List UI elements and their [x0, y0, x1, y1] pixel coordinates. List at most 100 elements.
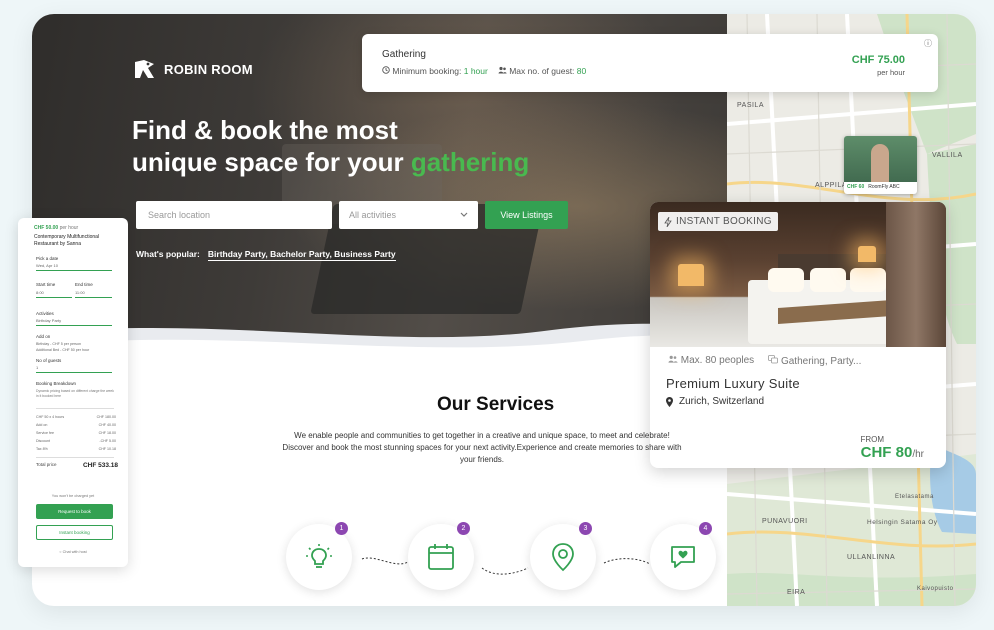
activities-field[interactable]: Birthday Party: [36, 318, 112, 326]
guests-icon: [498, 66, 507, 74]
photo-lamp: [678, 264, 704, 286]
step-number: 2: [457, 522, 470, 535]
app-canvas: ROBIN ROOM Find & book the most unique s…: [32, 14, 976, 606]
photo-curtain: [886, 202, 946, 347]
search-location-input[interactable]: Search location: [136, 201, 332, 229]
listing-capacity-text: Max. 80 peoples: [680, 355, 755, 366]
addon-option-1[interactable]: Birthday - CHF 5 per person: [36, 342, 81, 346]
photo-pillow: [850, 268, 886, 292]
listing-card[interactable]: INSTANT BOOKING Max. 80 peoples Gatherin…: [650, 202, 946, 468]
guests-field[interactable]: 1: [36, 365, 112, 373]
breakdown-row-label: Service fee: [36, 431, 54, 435]
location-pin-icon: [666, 396, 673, 407]
addon-option-2[interactable]: Additional Bed - CHF 50 per hour: [36, 348, 89, 352]
map-listing-preview[interactable]: CHF 60 RoomFly ABC: [844, 136, 917, 194]
panel-price: CHF 50.00 per hour: [34, 225, 78, 231]
chat-with-host-label: Chat with host: [62, 550, 87, 554]
service-step-idea[interactable]: 1: [286, 522, 352, 590]
listing-location: Zurich, Switzerland: [666, 396, 764, 407]
view-listings-button[interactable]: View Listings: [485, 201, 568, 229]
clock-icon: [382, 66, 390, 74]
listing-price: CHF 80/hr: [861, 444, 924, 461]
start-time-label: Start time: [36, 282, 56, 287]
service-step-calendar[interactable]: 2: [408, 522, 474, 590]
info-icon[interactable]: ⓘ: [924, 38, 932, 49]
min-booking-value: 1 hour: [463, 66, 488, 76]
request-to-book-button[interactable]: Request to book: [36, 504, 113, 519]
gathering-title: Gathering: [382, 49, 426, 60]
gathering-price: CHF 75.00 per hour: [852, 54, 905, 77]
chat-icon: ○: [59, 550, 62, 554]
min-booking: Minimum booking: 1 hour: [382, 66, 488, 76]
brand-logo[interactable]: ROBIN ROOM: [132, 58, 253, 80]
chat-with-host-link[interactable]: ○ Chat with host: [18, 550, 128, 554]
brand-name: ROBIN ROOM: [164, 61, 253, 77]
panel-price-value: CHF 50.00: [34, 225, 59, 231]
listing-title[interactable]: Premium Luxury Suite: [666, 376, 800, 391]
map-label-alppila: ALPPILA: [815, 182, 847, 189]
breakdown-row: CHF 50 x 4 hours CHF 180.00: [36, 415, 116, 419]
max-guest-value: 80: [576, 66, 587, 76]
listing-category-text: Gathering, Party...: [780, 356, 862, 367]
map-label-pasila: PASILA: [737, 102, 764, 109]
step-number: 3: [579, 522, 592, 535]
listing-photo: INSTANT BOOKING: [650, 202, 946, 347]
date-field[interactable]: Wed, Apr 10: [36, 263, 112, 271]
map-thumb-person: [871, 144, 889, 182]
total-row: Total price CHF 533.18: [36, 462, 118, 469]
robin-logo-icon: [135, 60, 154, 78]
step-number: 1: [335, 522, 348, 535]
photo-pillow: [768, 268, 804, 292]
breakdown-row-value: -CHF 5.00: [99, 439, 116, 443]
headline-prefix: unique space for your: [132, 147, 404, 177]
service-step-location[interactable]: 3: [530, 522, 596, 590]
guests-label: No of guests: [36, 358, 62, 363]
listing-from-label: FROM: [860, 435, 884, 444]
map-label-etelasatama: Etelasatama: [895, 494, 934, 500]
popular-label: What's popular:: [136, 249, 200, 259]
start-time-field[interactable]: 8:00: [36, 290, 72, 298]
headline-line-2: unique space for your gathering: [132, 146, 529, 178]
breakdown-row: Tax 8% CHF 10.18: [36, 447, 116, 451]
charge-note: You won't be charged yet: [51, 494, 95, 498]
gathering-card[interactable]: Gathering Minimum booking: 1 hour Max no…: [362, 34, 938, 92]
min-booking-label: Minimum booking:: [392, 66, 462, 76]
breakdown-row: Discount -CHF 5.00: [36, 439, 116, 443]
breakdown-row-label: Tax 8%: [36, 447, 48, 451]
breakdown-label: Booking Breakdown: [36, 381, 77, 386]
photo-lamp: [858, 246, 876, 262]
listing-price-unit: /hr: [912, 449, 924, 460]
panel-divider: [36, 408, 114, 409]
chat-bubbles-icon: [768, 355, 779, 364]
gathering-price-unit: per hour: [877, 68, 905, 77]
breakdown-row-label: Add on: [36, 423, 48, 427]
services-description: We enable people and communities to get …: [282, 431, 682, 464]
breakdown-row-value: CHF 40.00: [98, 423, 116, 427]
breakdown-row-value: CHF 10.18: [98, 447, 116, 451]
search-bar: Search location All activities View List…: [136, 201, 568, 229]
breakdown-row-value: CHF 180.00: [96, 415, 116, 419]
map-label-vallila: VALLILA: [932, 152, 963, 159]
message-heart-icon: [671, 546, 695, 568]
map-thumb-name: RoomFly ABC: [868, 184, 900, 190]
step-connector: [603, 558, 651, 565]
breakdown-row-value: CHF 18.00: [98, 431, 116, 435]
popular-links[interactable]: Birthday Party, Bachelor Party, Business…: [207, 249, 396, 261]
calendar-icon: [428, 544, 454, 570]
listing-meta: Max. 80 peoples Gathering, Party...: [668, 355, 861, 367]
people-icon: [668, 355, 678, 363]
total-label: Total price: [36, 462, 57, 467]
listing-location-text: Zurich, Switzerland: [679, 396, 765, 407]
activity-select[interactable]: All activities: [339, 201, 478, 229]
instant-booking-button[interactable]: Instant booking: [36, 525, 113, 540]
service-step-chat[interactable]: 4: [650, 522, 716, 590]
max-guest: Max no. of guest: 80: [498, 66, 586, 76]
breakdown-row-label: Discount: [36, 439, 50, 443]
map-label-punavuori: PUNAVUORI: [762, 518, 808, 525]
map-thumb-photo: [844, 136, 917, 182]
end-time-field[interactable]: 11:00: [75, 290, 112, 298]
gathering-meta: Minimum booking: 1 hour Max no. of guest…: [382, 66, 586, 76]
activities-label: Activities: [36, 311, 54, 316]
step-connector: [481, 567, 529, 575]
headline-accent: gathering: [410, 147, 530, 177]
